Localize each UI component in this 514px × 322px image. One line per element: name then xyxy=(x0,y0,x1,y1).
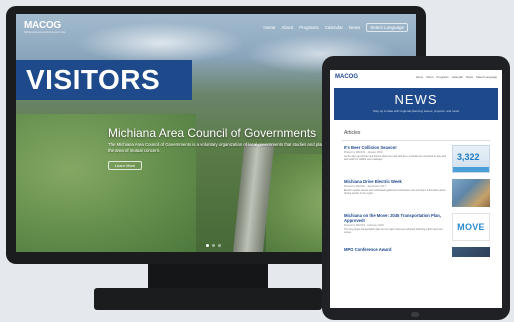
article-item[interactable]: Michiana Drive Electric Week Posted by M… xyxy=(344,179,490,207)
hero-title: Michiana Area Council of Governments xyxy=(108,126,317,140)
article-title[interactable]: Michiana Drive Electric Week xyxy=(344,179,448,184)
article-item[interactable]: MPO Conference Award xyxy=(344,247,490,257)
tablet-screen: MACOG Home About Programs Calendar News … xyxy=(330,70,502,308)
divider xyxy=(342,140,490,141)
nav-item-about[interactable]: About xyxy=(426,75,433,79)
visitors-banner: VISITORS xyxy=(16,60,192,100)
carousel-dots xyxy=(206,244,221,247)
nav-item-calendar[interactable]: Calendar xyxy=(452,75,463,79)
article-thumbnail[interactable] xyxy=(452,179,490,207)
tablet-navbar: MACOG Home About Programs Calendar News … xyxy=(330,70,502,84)
article-thumbnail[interactable]: 3,322 xyxy=(452,145,490,173)
article-excerpt: As the days get shorter and drivers shar… xyxy=(344,155,447,162)
carousel-dot[interactable] xyxy=(218,244,221,247)
learn-more-button[interactable]: Learn More xyxy=(108,161,142,170)
nav-item-home[interactable]: Home xyxy=(263,25,275,30)
article-title[interactable]: Michiana on the Move: 2045 Transportatio… xyxy=(344,213,448,223)
article-thumbnail[interactable] xyxy=(452,247,490,257)
articles-heading: Articles xyxy=(344,130,361,136)
news-heading: NEWS xyxy=(394,92,438,107)
nav-item-news[interactable]: News xyxy=(349,25,360,30)
article-title[interactable]: MPO Conference Award xyxy=(344,247,448,252)
nav-item-about[interactable]: About xyxy=(281,25,293,30)
site-logo[interactable]: MACOG Michiana Area Council of Governmen… xyxy=(24,20,66,34)
article-excerpt: Electric vehicle owners and enthusiasts … xyxy=(344,189,446,196)
carousel-dot[interactable] xyxy=(206,244,209,247)
language-select[interactable]: Select Language xyxy=(476,75,497,79)
desktop-navbar: MACOG Michiana Area Council of Governmen… xyxy=(16,14,416,40)
nav-item-home[interactable]: Home xyxy=(416,75,423,79)
news-banner: NEWS Stay up to date with regional plann… xyxy=(334,88,498,120)
desktop-nav-items: Home About Programs Calendar News Select… xyxy=(263,22,408,32)
tablet-site-logo[interactable]: MACOG xyxy=(335,74,358,80)
nav-item-programs[interactable]: Programs xyxy=(299,25,319,30)
tablet-device: MACOG Home About Programs Calendar News … xyxy=(322,56,510,320)
article-meta: Posted by MACOG · September 2017 xyxy=(344,185,386,188)
monitor-stand-base xyxy=(94,288,322,310)
article-meta: Posted by MACOG · January 2018 xyxy=(344,151,383,154)
carousel-dot[interactable] xyxy=(212,244,215,247)
news-subheading: Stay up to date with regional planning i… xyxy=(372,109,460,113)
nav-item-news[interactable]: News xyxy=(466,75,473,79)
hero-text: The Michiana Area Council of Governments… xyxy=(108,142,333,153)
tablet-home-button[interactable] xyxy=(411,312,419,317)
language-select[interactable]: Select Language xyxy=(366,22,408,32)
nav-item-programs[interactable]: Programs xyxy=(437,75,449,79)
article-meta: Posted by MACOG · February 2018 xyxy=(344,224,384,227)
article-excerpt: The long range transportation plan for t… xyxy=(344,228,443,235)
article-item[interactable]: Michiana on the Move: 2045 Transportatio… xyxy=(344,213,490,241)
nav-item-calendar[interactable]: Calendar xyxy=(325,25,343,30)
article-thumbnail[interactable]: MOVE xyxy=(452,213,490,241)
article-item[interactable]: It's Beer Collision Season! Posted by MA… xyxy=(344,145,490,173)
tablet-nav-items: Home About Programs Calendar News Select… xyxy=(416,75,497,79)
visitors-heading: VISITORS xyxy=(26,64,161,95)
article-title[interactable]: It's Beer Collision Season! xyxy=(344,145,448,150)
